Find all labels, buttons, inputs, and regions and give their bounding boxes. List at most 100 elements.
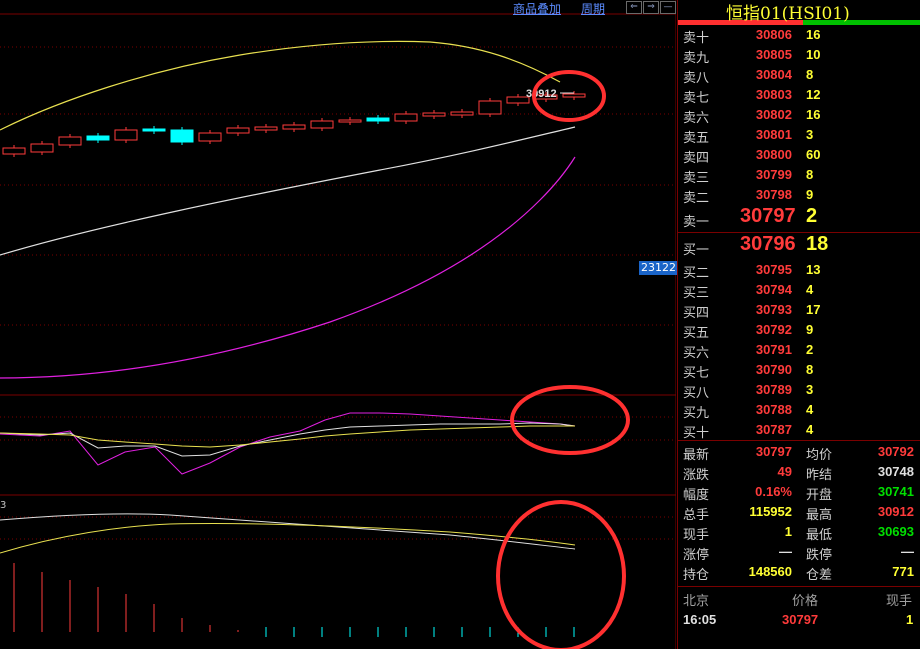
buy-level-row[interactable]: 买六 30791 2 [678,340,920,361]
buy-level-price: 30795 [755,262,792,277]
buy-level-row[interactable]: 买五 30792 9 [678,320,920,341]
scroll-right-button[interactable]: ⇒ [643,1,659,14]
buy-level-row[interactable]: 买一 30796 18 [678,233,920,260]
sell-level-row[interactable]: 卖四 30800 60 [678,145,920,166]
open-value: 30741 [877,484,914,499]
tick-row[interactable]: 16:05 30797 1 [678,609,920,631]
buy-level-row[interactable]: 买七 30790 8 [678,360,920,381]
change-label: 涨跌 [683,468,710,483]
limit-up-value: — [779,544,792,559]
candle-body [478,100,502,115]
pct-label: 幅度 [683,488,710,503]
pct-value: 0.16% [755,484,792,499]
total-label: 总手 [683,508,710,523]
low-label: 最低 [806,528,833,543]
tick-table-header: 北京 价格 现手 [678,587,920,609]
candle-body [198,132,222,142]
buy-level-row[interactable]: 买二 30795 13 [678,260,920,281]
sell-level-row[interactable]: 卖二 30798 9 [678,185,920,206]
high-label: 最高 [806,508,833,523]
sell-level-row[interactable]: 卖九 30805 10 [678,45,920,66]
candle-body [30,143,54,153]
sell-level-price: 30803 [755,87,792,102]
sell-level-label: 卖十 [683,31,710,46]
scroll-left-button[interactable]: ⇐ [626,1,642,14]
buy-level-row[interactable]: 买四 30793 17 [678,300,920,321]
buy-level-price: 30788 [755,402,792,417]
sell-level-vol: 2 [806,205,818,227]
sell-level-row[interactable]: 卖七 30803 12 [678,85,920,106]
sell-level-label: 卖六 [683,111,710,126]
buy-level-price: 30792 [755,322,792,337]
buy-level-row[interactable]: 买九 30788 4 [678,400,920,421]
buy-level-row[interactable]: 买八 30789 3 [678,380,920,401]
kdj-magenta-line [0,412,576,475]
buy-level-price: 30787 [755,422,792,437]
sell-level-vol: 60 [806,147,821,162]
volume-axis-label: 3 [0,500,7,511]
buy-level-vol: 4 [806,282,814,297]
sell-level-vol: 12 [806,87,821,102]
buy-level-price: 30789 [755,382,792,397]
avg-value: 30792 [877,444,914,459]
overlay-commodity-link[interactable]: 商品叠加 [513,0,561,17]
high-price-label: 30912 [526,88,557,100]
sell-level-vol: 16 [806,27,821,42]
quote-panel: 恒指01(HSI01) 卖十 30806 16 卖九 30805 10 卖八 30804 8 卖七… [677,0,920,649]
ma-white-line [0,126,576,256]
candle-body [282,124,306,130]
ma-magenta-line [0,156,576,379]
tick-header-time: 北京 [683,594,710,609]
buy-level-label: 买六 [683,346,710,361]
open-label: 开盘 [806,488,833,503]
candle-body [422,112,446,117]
instrument-title: 恒指01(HSI01) [726,4,850,24]
sell-level-row[interactable]: 卖六 30802 16 [678,105,920,126]
cur-value: 1 [784,524,792,539]
limit-up-label: 涨停 [683,548,710,563]
buy-level-price: 30790 [755,362,792,377]
buy-level-row[interactable]: 买三 30794 4 [678,280,920,301]
sell-level-row[interactable]: 卖一 30797 2 [678,205,920,232]
sell-level-vol: 8 [806,67,814,82]
candle-body [170,129,194,143]
sell-level-row[interactable]: 卖五 30801 3 [678,125,920,146]
candle-body [338,119,362,123]
candle-body [226,127,250,134]
period-link[interactable]: 周期 [581,0,605,17]
sell-level-label: 卖八 [683,71,710,86]
buy-level-label: 买一 [683,243,710,258]
sell-level-row[interactable]: 卖八 30804 8 [678,65,920,86]
candle-body [450,111,474,116]
sell-level-price: 30805 [755,47,792,62]
buy-level-price: 30793 [755,302,792,317]
sell-level-row[interactable]: 卖三 30799 8 [678,165,920,186]
buy-level-row[interactable]: 买十 30787 4 [678,420,920,441]
sell-level-label: 卖三 [683,171,710,186]
tick-time: 16:05 [683,612,717,627]
kline-chart[interactable]: 30912 [0,0,676,649]
vol-yellow-line [0,522,576,554]
candle-body [86,135,110,141]
buy-level-price: 30796 [740,233,796,255]
open-interest-label: 持仓 [683,568,710,583]
sell-level-price: 30804 [755,67,792,82]
avg-label: 均价 [806,448,833,463]
candle-body [58,136,82,146]
buy-level-vol: 3 [806,382,814,397]
sell-level-vol: 8 [806,167,814,182]
collapse-button[interactable]: — [660,1,676,14]
kline-chart-area[interactable]: 30912 商品叠加 周期 ⇐ ⇒ — 23122 3 [0,0,678,649]
cur-label: 现手 [683,528,710,543]
sell-level-price: 30801 [755,127,792,142]
buy-level-label: 买七 [683,366,710,381]
sell-level-price: 30799 [755,167,792,182]
sell-level-price: 30798 [755,187,792,202]
sell-level-label: 卖九 [683,51,710,66]
buy-level-label: 买五 [683,326,710,341]
quote-stats: 最新 30797 均价 30792 涨跌 49 昨结 30748 幅度 0.16… [678,441,920,583]
tick-header-volume: 现手 [886,594,913,609]
buy-level-vol: 4 [806,422,814,437]
buy-level-label: 买十 [683,426,710,441]
sell-level-row[interactable]: 卖十 30806 16 [678,25,920,46]
